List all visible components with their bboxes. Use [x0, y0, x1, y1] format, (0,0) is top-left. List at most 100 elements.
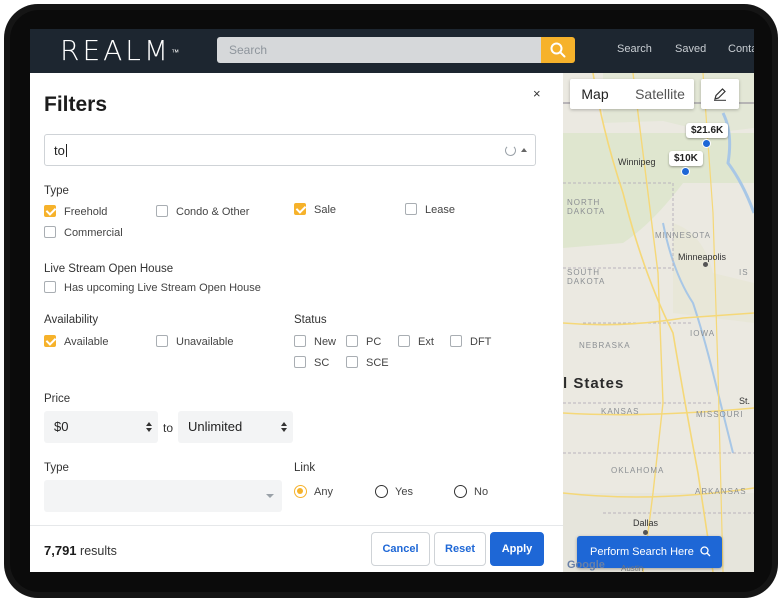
- region-label: IOWA: [690, 329, 716, 338]
- city-label: Winnipeg: [618, 157, 656, 167]
- region-label: SOUTH: [567, 268, 600, 277]
- condo-checkbox[interactable]: [156, 205, 168, 217]
- logo-text: REALM: [60, 34, 172, 67]
- map-terrain: [563, 73, 754, 572]
- sale-label: Sale: [314, 204, 337, 216]
- lease-checkbox[interactable]: [405, 203, 417, 215]
- property-type-section-label: Type: [44, 462, 69, 474]
- select-arrows-icon: [146, 422, 152, 432]
- ext-checkbox[interactable]: [398, 335, 410, 347]
- reset-button[interactable]: Reset: [434, 532, 486, 566]
- freehold-label: Freehold: [64, 206, 108, 218]
- new-label: New: [314, 336, 337, 348]
- city-marker: [643, 530, 648, 535]
- commercial-checkbox[interactable]: [44, 226, 56, 238]
- link-section-label: Link: [294, 462, 316, 474]
- results-label: results: [80, 544, 117, 558]
- price-min-value: $0: [54, 419, 69, 434]
- livestream-label: Has upcoming Live Stream Open House: [64, 282, 261, 294]
- search-button[interactable]: [541, 37, 575, 63]
- dft-checkbox[interactable]: [450, 335, 462, 347]
- sce-label: SCE: [366, 357, 389, 369]
- available-checkbox[interactable]: [44, 335, 56, 347]
- region-label: OKLAHOMA: [611, 466, 665, 475]
- location-search-combobox[interactable]: to: [44, 134, 536, 166]
- region-label: NORTH: [567, 198, 601, 207]
- sce-checkbox[interactable]: [346, 356, 358, 368]
- perform-search-label: Perform Search Here: [590, 546, 694, 558]
- lease-label: Lease: [425, 204, 455, 216]
- map-attribution-city: Austin: [621, 564, 644, 572]
- available-label: Available: [64, 336, 109, 348]
- search-icon: [700, 546, 711, 557]
- freehold-checkbox[interactable]: [44, 205, 56, 217]
- app-screen: REALM™ Search Saved Conta Map: [30, 29, 754, 572]
- nav-saved-link[interactable]: Saved: [675, 43, 706, 55]
- cancel-button[interactable]: Cancel: [371, 532, 430, 566]
- price-section-label: Price: [44, 393, 71, 405]
- filters-footer: 7,791 results Cancel Reset Apply: [30, 525, 563, 572]
- results-summary: 7,791 results: [44, 543, 117, 558]
- loading-spinner-icon: [505, 145, 516, 156]
- nav-search-link[interactable]: Search: [617, 43, 652, 55]
- close-icon[interactable]: ×: [533, 86, 541, 101]
- draw-area-button[interactable]: [701, 79, 739, 109]
- price-pin-marker[interactable]: [681, 167, 690, 176]
- no-label: No: [474, 486, 489, 498]
- city-label: Minneapolis: [678, 252, 727, 262]
- price-to-label: to: [163, 421, 174, 435]
- chevron-up-icon[interactable]: [521, 148, 527, 152]
- location-search-value[interactable]: to: [54, 143, 67, 158]
- any-radio[interactable]: [294, 485, 307, 498]
- livestream-section-label: Live Stream Open House: [44, 263, 174, 275]
- price-pin-marker[interactable]: [702, 139, 711, 148]
- trademark-mark: ™: [171, 48, 180, 57]
- price-pin[interactable]: $10K: [669, 151, 703, 166]
- region-label: ARKANSAS: [695, 487, 747, 496]
- price-min-select[interactable]: $0: [44, 411, 158, 443]
- sale-checkbox[interactable]: [294, 203, 306, 215]
- filters-panel: Filters × to Type Freehold Condo & Other…: [30, 73, 563, 572]
- apply-button[interactable]: Apply: [490, 532, 544, 566]
- price-max-select[interactable]: Unlimited: [178, 411, 293, 443]
- country-label: l States: [563, 375, 625, 392]
- map-type-toggle: Map Satellite: [570, 79, 694, 109]
- region-label: DAKOTA: [567, 207, 606, 216]
- city-label: St.: [739, 396, 751, 406]
- status-section-label: Status: [294, 314, 327, 326]
- brand-logo[interactable]: REALM™: [60, 35, 179, 67]
- city-marker: [703, 262, 708, 267]
- map-view-button[interactable]: Map: [570, 79, 620, 109]
- pc-label: PC: [366, 336, 382, 348]
- unavailable-checkbox[interactable]: [156, 335, 168, 347]
- sc-label: SC: [314, 357, 330, 369]
- price-pin[interactable]: $21.6K: [686, 123, 729, 138]
- pc-checkbox[interactable]: [346, 335, 358, 347]
- search-icon: [550, 42, 566, 58]
- nav-contact-link[interactable]: Conta: [728, 43, 754, 55]
- select-arrows-icon: [281, 422, 287, 432]
- map-view[interactable]: Map Satellite Winnipeg $21.6K $10K NORTH…: [563, 73, 754, 572]
- region-label: IS: [739, 268, 749, 277]
- livestream-checkbox[interactable]: [44, 281, 56, 293]
- city-label: Dallas: [633, 518, 659, 528]
- region-label: KANSAS: [601, 407, 640, 416]
- region-label: DAKOTA: [567, 277, 606, 286]
- pencil-icon: [714, 88, 726, 101]
- satellite-view-button[interactable]: Satellite: [626, 79, 694, 109]
- ext-label: Ext: [418, 336, 434, 348]
- new-checkbox[interactable]: [294, 335, 306, 347]
- chevron-down-icon: [266, 494, 274, 498]
- dft-label: DFT: [470, 336, 492, 348]
- yes-label: Yes: [395, 486, 413, 498]
- commercial-label: Commercial: [64, 227, 123, 239]
- property-type-dropdown[interactable]: [44, 480, 282, 512]
- global-search-input[interactable]: [217, 37, 541, 63]
- sc-checkbox[interactable]: [294, 356, 306, 368]
- no-radio[interactable]: [454, 485, 467, 498]
- availability-section-label: Availability: [44, 314, 99, 326]
- region-label: MINNESOTA: [655, 231, 711, 240]
- type-section-label: Type: [44, 185, 69, 197]
- yes-radio[interactable]: [375, 485, 388, 498]
- condo-label: Condo & Other: [176, 206, 250, 218]
